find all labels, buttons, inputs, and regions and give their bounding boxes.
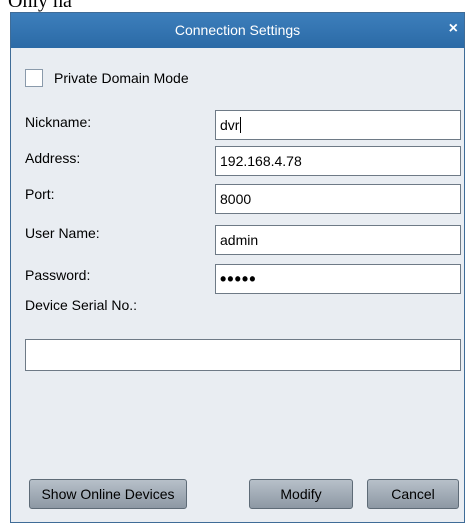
nickname-input[interactable]: dvr (215, 110, 461, 140)
password-label: Password: (25, 267, 91, 283)
port-value: 8000 (220, 191, 252, 207)
private-domain-row[interactable]: Private Domain Mode (25, 69, 189, 87)
connection-settings-dialog: Connection Settings × Private Domain Mod… (10, 12, 465, 523)
close-icon[interactable]: × (449, 20, 458, 38)
username-label: User Name: (25, 225, 100, 241)
dialog-title: Connection Settings (174, 22, 301, 38)
cancel-button[interactable]: Cancel (367, 479, 459, 509)
text-caret (240, 117, 242, 133)
modify-button[interactable]: Modify (249, 479, 353, 509)
address-value: 192.168.4.78 (220, 153, 302, 169)
serial-input[interactable] (25, 339, 461, 371)
nickname-label: Nickname: (25, 114, 92, 130)
password-input[interactable]: ••••• (215, 264, 461, 294)
serial-label: Device Serial No.: (25, 297, 138, 313)
show-online-devices-button[interactable]: Show Online Devices (29, 479, 187, 509)
address-label: Address: (25, 150, 81, 166)
username-input[interactable]: admin (215, 225, 461, 255)
dialog-titlebar[interactable]: Connection Settings × (11, 13, 464, 48)
username-value: admin (220, 232, 259, 248)
private-domain-label: Private Domain Mode (54, 70, 189, 86)
private-domain-checkbox[interactable] (25, 69, 43, 87)
nickname-value: dvr (220, 117, 240, 133)
password-value: ••••• (220, 268, 257, 289)
port-label: Port: (25, 186, 55, 202)
port-input[interactable]: 8000 (215, 184, 461, 214)
address-input[interactable]: 192.168.4.78 (215, 146, 461, 176)
